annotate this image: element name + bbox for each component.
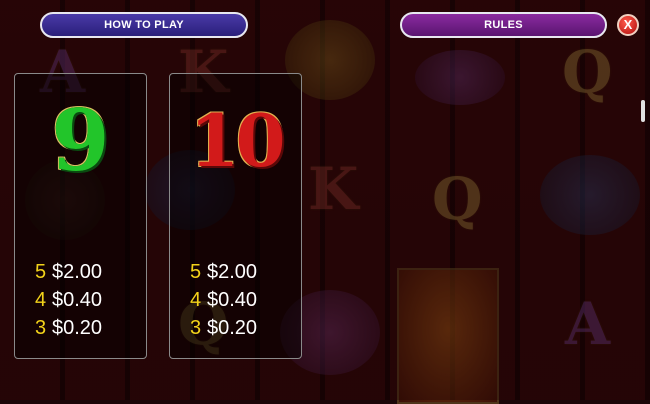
pay-value: $2.00 <box>52 261 103 283</box>
pay-row: 3 $0.20 <box>35 314 102 342</box>
pay-row: 5 $2.00 <box>35 258 102 286</box>
pay-count: 5 <box>190 261 202 283</box>
paytable-pays: 5 $2.00 4 $0.40 3 $0.20 <box>35 258 102 342</box>
pay-value: $0.40 <box>207 289 258 311</box>
pay-value: $0.40 <box>52 289 103 311</box>
scrollbar[interactable] <box>641 100 645 122</box>
symbol-ten-icon: 10 <box>189 98 285 183</box>
pay-row: 4 $0.40 <box>35 286 102 314</box>
pay-value: $2.00 <box>207 261 258 283</box>
pay-count: 4 <box>35 289 47 311</box>
pay-row: 3 $0.20 <box>190 314 257 342</box>
pay-count: 3 <box>35 317 47 339</box>
symbol-nine-icon: 9 <box>51 91 110 190</box>
pay-value: $0.20 <box>52 317 103 339</box>
pay-value: $0.20 <box>207 317 258 339</box>
close-button[interactable]: X <box>617 14 639 36</box>
paytable-card-9: 9 5 $2.00 4 $0.40 3 $0.20 <box>14 73 147 359</box>
paytable-card-10: 10 5 $2.00 4 $0.40 3 $0.20 <box>169 73 302 359</box>
pay-count: 4 <box>190 289 202 311</box>
pay-count: 5 <box>35 261 47 283</box>
pay-row: 5 $2.00 <box>190 258 257 286</box>
pay-row: 4 $0.40 <box>190 286 257 314</box>
how-to-play-button[interactable]: HOW TO PLAY <box>40 12 248 38</box>
paytable-pays: 5 $2.00 4 $0.40 3 $0.20 <box>190 258 257 342</box>
pay-count: 3 <box>190 317 202 339</box>
close-icon: X <box>623 17 633 32</box>
rules-button[interactable]: RULES <box>400 12 607 38</box>
